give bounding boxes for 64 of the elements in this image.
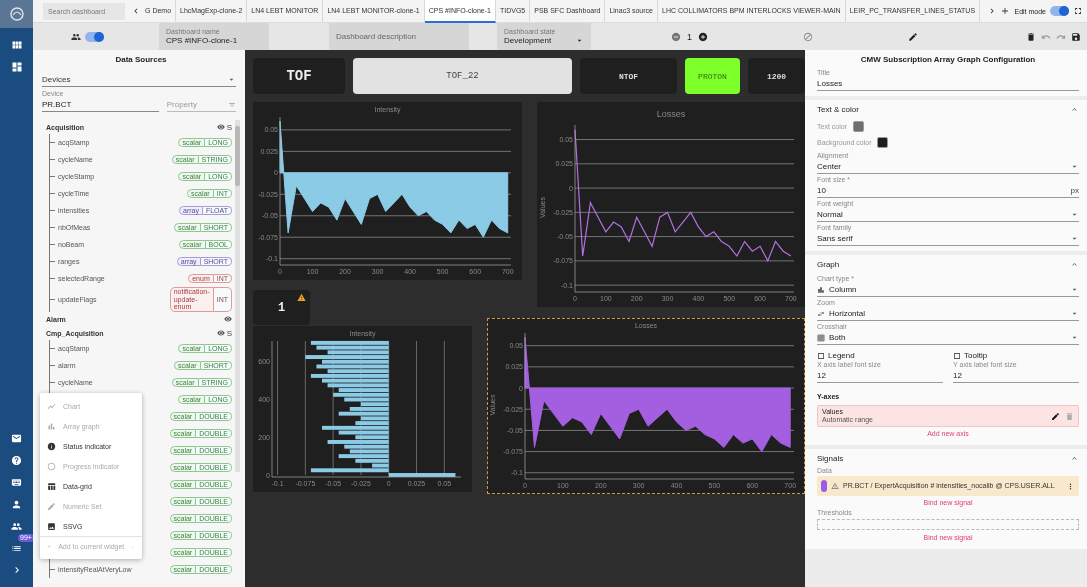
- eye-icon[interactable]: [216, 123, 225, 131]
- pencil-icon[interactable]: [908, 31, 918, 42]
- people-icon[interactable]: [11, 520, 22, 532]
- minus-icon[interactable]: [671, 31, 681, 42]
- eye-icon[interactable]: [224, 315, 232, 324]
- color-swatch[interactable]: [877, 136, 889, 148]
- pencil-icon: [47, 501, 56, 511]
- subscribe-mark[interactable]: S: [226, 122, 232, 132]
- select-field[interactable]: Normal: [817, 208, 1079, 222]
- checkbox[interactable]: [953, 351, 961, 360]
- checkbox[interactable]: [817, 351, 825, 360]
- checkbox-label: Tooltip: [964, 351, 988, 360]
- panel-title: Data Sources: [114, 55, 168, 66]
- section-heading: Graph: [817, 259, 840, 269]
- save-icon[interactable]: [1071, 31, 1081, 42]
- label-widget: TOF_22: [353, 58, 572, 94]
- description-field[interactable]: Dashboard description: [329, 23, 469, 50]
- trash-icon[interactable]: [1026, 31, 1036, 42]
- fullscreen-icon[interactable]: [1073, 6, 1083, 16]
- checkbox-label: Legend: [828, 351, 855, 360]
- label-widget: 1200: [748, 58, 805, 94]
- bar-chart-icon: [47, 421, 56, 431]
- image-icon: [47, 521, 56, 531]
- pencil-icon[interactable]: [1051, 411, 1060, 421]
- select-field[interactable]: Center: [817, 160, 1079, 174]
- counter-widget: 1: [253, 290, 310, 325]
- bar-chart-icon: [817, 285, 825, 294]
- select-field[interactable]: Sans serif: [817, 232, 1079, 246]
- name-input[interactable]: CPS #INFO-clone-1: [166, 36, 262, 45]
- font-size-field[interactable]: 10 px: [817, 184, 1079, 198]
- subscribe-mark[interactable]: S: [226, 328, 232, 338]
- grid-icon[interactable]: [10, 39, 23, 51]
- text-input[interactable]: 10: [817, 186, 1071, 195]
- select-field[interactable]: Column: [817, 283, 1079, 297]
- unit-label: px: [1070, 186, 1079, 195]
- label-widget: PROTON: [685, 58, 740, 94]
- swap-icon: [817, 309, 825, 318]
- people-icon: [71, 31, 81, 42]
- table-icon: [47, 481, 56, 491]
- dashboard-icon[interactable]: [10, 61, 23, 73]
- section-heading: Signals: [817, 453, 844, 463]
- info-icon: [47, 441, 56, 451]
- label-widget: NTOF: [580, 58, 677, 94]
- eye-icon[interactable]: [216, 329, 225, 338]
- plus-icon[interactable]: [698, 31, 708, 42]
- filter-icon: [228, 101, 236, 109]
- description-input[interactable]: Dashboard description: [336, 32, 462, 41]
- select-field[interactable]: Both: [817, 331, 1079, 345]
- line-chart-icon: [47, 401, 56, 411]
- select-field[interactable]: Horizontal: [817, 307, 1079, 321]
- color-swatch[interactable]: [852, 120, 864, 132]
- blocked-icon[interactable]: [803, 31, 813, 42]
- keyboard-icon[interactable]: [11, 476, 22, 488]
- help-icon[interactable]: [11, 454, 22, 466]
- edit-mode-toggle[interactable]: [1050, 6, 1069, 16]
- label-widget: TOF: [253, 58, 345, 94]
- chart-title: Losses: [656, 109, 686, 119]
- person-icon[interactable]: [11, 498, 22, 510]
- share-toggle[interactable]: [85, 31, 104, 42]
- counter-value: 1: [687, 31, 692, 42]
- panel-title: CMW Subscription Array Graph Configuration: [859, 54, 1037, 66]
- mail-icon[interactable]: [11, 432, 22, 444]
- source-select[interactable]: Devices: [42, 67, 236, 87]
- section-heading: Text & color: [817, 104, 859, 114]
